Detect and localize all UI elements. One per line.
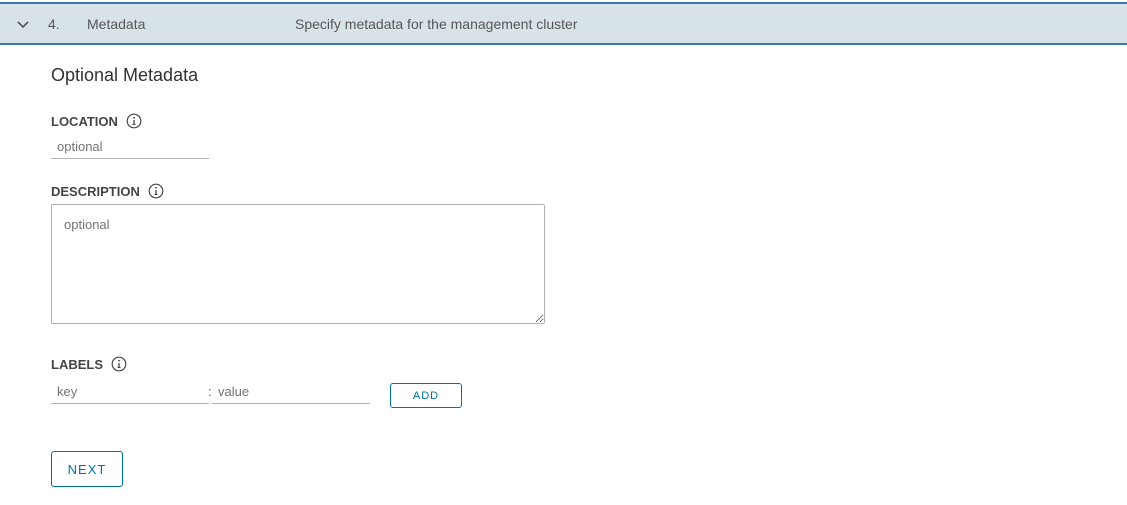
next-button[interactable]: NEXT — [51, 451, 123, 487]
labels-label: LABELS — [51, 356, 103, 372]
location-label-row: LOCATION — [51, 113, 142, 129]
label-key-input[interactable] — [51, 380, 209, 404]
info-icon[interactable] — [148, 183, 164, 199]
info-icon[interactable] — [111, 356, 127, 372]
step-number: 4. — [48, 16, 60, 32]
description-label: DESCRIPTION — [51, 183, 140, 199]
description-label-row: DESCRIPTION — [51, 183, 164, 199]
description-textarea[interactable] — [51, 204, 545, 324]
section-title: Optional Metadata — [51, 65, 199, 85]
location-input[interactable] — [51, 135, 209, 159]
step-title: Metadata — [87, 16, 146, 32]
step-description: Specify metadata for the management clus… — [295, 16, 578, 32]
label-value-input[interactable] — [212, 380, 370, 404]
step-header[interactable]: 4. Metadata Specify metadata for the man… — [0, 2, 1127, 45]
add-label-button[interactable]: ADD — [390, 383, 462, 408]
info-icon[interactable] — [126, 113, 142, 129]
chevron-down-icon[interactable] — [16, 17, 30, 31]
labels-label-row: LABELS — [51, 356, 127, 372]
location-label: LOCATION — [51, 113, 118, 129]
